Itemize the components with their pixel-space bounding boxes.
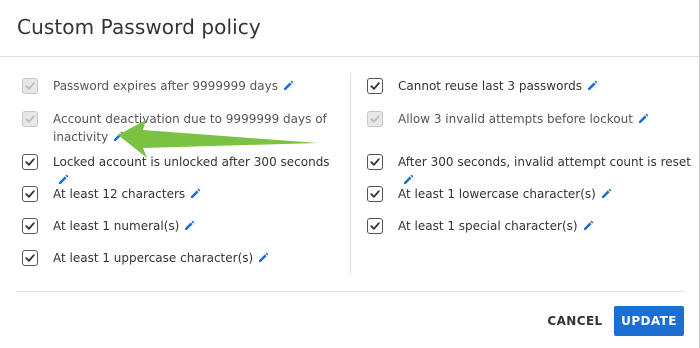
option-label: Locked account is unlocked after 300 sec… <box>53 153 342 189</box>
pencil-icon[interactable] <box>283 80 294 91</box>
checkmark-icon <box>370 115 380 123</box>
pencil-icon[interactable] <box>587 80 598 91</box>
pencil-icon[interactable] <box>190 188 201 199</box>
checkmark-icon <box>25 222 35 230</box>
special-chars-checkbox[interactable] <box>367 218 383 234</box>
option-label: At least 1 numeral(s) <box>53 217 195 235</box>
option-label: Cannot reuse last 3 passwords <box>398 77 598 95</box>
checkmark-icon <box>370 190 380 198</box>
option-invalid-attempts: Allow 3 invalid attempts before lockout <box>367 110 687 128</box>
password-reuse-checkbox[interactable] <box>367 78 383 94</box>
dialog-title: Custom Password policy <box>17 15 261 39</box>
invalid-attempts-checkbox[interactable] <box>367 111 383 127</box>
min-length-checkbox[interactable] <box>22 186 38 202</box>
pencil-icon[interactable] <box>601 188 612 199</box>
option-label: Password expires after 9999999 days <box>53 77 294 95</box>
pencil-icon[interactable] <box>258 252 269 263</box>
column-divider <box>350 73 351 274</box>
option-numerals: At least 1 numeral(s) <box>22 217 332 235</box>
option-label: After 300 seconds, invalid attempt count… <box>398 153 697 189</box>
option-label: At least 1 special character(s) <box>398 217 594 235</box>
pencil-icon[interactable] <box>638 113 649 124</box>
option-attempt-reset: After 300 seconds, invalid attempt count… <box>367 153 697 189</box>
checkmark-icon <box>370 158 380 166</box>
checkmark-icon <box>25 254 35 262</box>
checkmark-icon <box>25 82 35 90</box>
option-label: Account deactivation due to 9999999 days… <box>53 112 327 144</box>
checkmark-icon <box>370 82 380 90</box>
checkmark-icon <box>370 222 380 230</box>
password-policy-dialog: Custom Password policy Password expires … <box>0 0 700 348</box>
lowercase-checkbox[interactable] <box>367 186 383 202</box>
pencil-icon[interactable] <box>184 220 195 231</box>
option-label: At least 1 uppercase character(s) <box>53 249 269 267</box>
option-uppercase: At least 1 uppercase character(s) <box>22 249 332 267</box>
option-password-reuse: Cannot reuse last 3 passwords <box>367 77 687 95</box>
checkmark-icon <box>25 158 35 166</box>
option-label: At least 1 lowercase character(s) <box>398 185 612 203</box>
checkmark-icon <box>25 190 35 198</box>
option-locked-unlock: Locked account is unlocked after 300 sec… <box>22 153 342 189</box>
option-password-expiry: Password expires after 9999999 days <box>22 77 332 95</box>
account-deactivation-checkbox[interactable] <box>22 111 38 127</box>
option-label: Allow 3 invalid attempts before lockout <box>398 110 649 128</box>
pencil-icon[interactable] <box>403 174 414 185</box>
option-min-length: At least 12 characters <box>22 185 332 203</box>
cancel-button[interactable]: CANCEL <box>540 306 610 336</box>
password-expiry-checkbox[interactable] <box>22 78 38 94</box>
pencil-icon[interactable] <box>113 131 124 142</box>
numerals-checkbox[interactable] <box>22 218 38 234</box>
locked-unlock-checkbox[interactable] <box>22 154 38 170</box>
update-button[interactable]: UPDATE <box>614 306 684 336</box>
option-account-deactivation: Account deactivation due to 9999999 days… <box>22 110 332 146</box>
checkmark-icon <box>25 115 35 123</box>
footer-divider <box>16 291 684 292</box>
header-divider <box>0 56 699 57</box>
pencil-icon[interactable] <box>583 220 594 231</box>
option-label: At least 12 characters <box>53 185 201 203</box>
option-special-chars: At least 1 special character(s) <box>367 217 687 235</box>
uppercase-checkbox[interactable] <box>22 250 38 266</box>
option-lowercase: At least 1 lowercase character(s) <box>367 185 687 203</box>
pencil-icon[interactable] <box>58 174 69 185</box>
attempt-reset-checkbox[interactable] <box>367 154 383 170</box>
